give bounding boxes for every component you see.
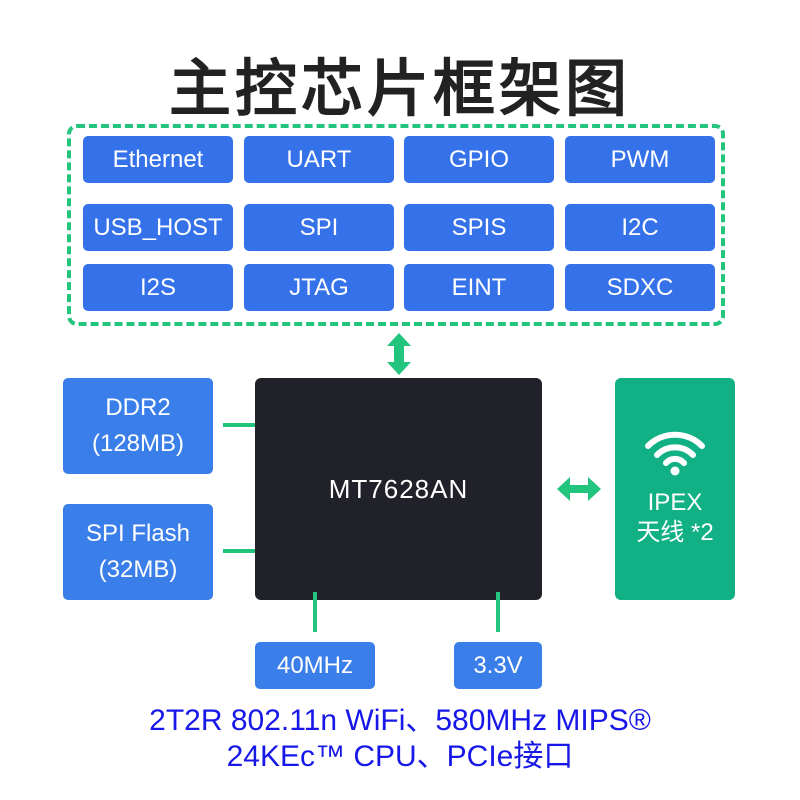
peripheral-box: USB_HOST [83, 204, 233, 251]
antenna-box: IPEX 天线 *2 [615, 378, 735, 600]
peripheral-box: UART [244, 136, 394, 183]
power-label: 3.3V [473, 651, 523, 679]
peripheral-box: GPIO [404, 136, 554, 183]
feature-summary-line-2: 24KEc™ CPU、PCIe接口 [226, 740, 574, 773]
ddr2-size: (128MB) [91, 430, 185, 457]
clock-label: 40MHz [276, 651, 354, 679]
peripheral-box: I2C [565, 204, 715, 251]
spi-flash-box: SPI Flash (32MB) [63, 504, 213, 600]
power-connector-line [496, 592, 500, 632]
bidirectional-arrow-vertical-icon [387, 333, 411, 375]
spi-flash-size: (32MB) [98, 556, 178, 583]
peripheral-box: I2S [83, 264, 233, 311]
diagram-title: 主控芯片框架图 [168, 52, 631, 125]
ddr2-memory-box: DDR2 (128MB) [63, 378, 213, 474]
clock-box: 40MHz [255, 642, 375, 689]
feature-summary-line-1: 2T2R 802.11n WiFi、580MHz MIPS® [149, 704, 651, 737]
peripheral-box: SDXC [565, 264, 715, 311]
peripheral-box: Ethernet [83, 136, 233, 183]
power-box: 3.3V [454, 642, 542, 689]
peripheral-box: JTAG [244, 264, 394, 311]
main-chip: MT7628AN [255, 378, 542, 600]
antenna-count: 天线 *2 [636, 519, 714, 546]
peripheral-box: EINT [404, 264, 554, 311]
peripheral-box: SPI [244, 204, 394, 251]
chip-name: MT7628AN [328, 473, 469, 504]
peripheral-box: PWM [565, 136, 715, 183]
wifi-icon [645, 431, 705, 476]
ddr2-label: DDR2 [105, 394, 171, 421]
antenna-type: IPEX [647, 489, 703, 516]
bidirectional-arrow-horizontal-icon [557, 477, 601, 501]
clock-connector-line [313, 592, 317, 632]
peripheral-box: SPIS [404, 204, 554, 251]
spi-flash-label: SPI Flash [85, 520, 191, 547]
